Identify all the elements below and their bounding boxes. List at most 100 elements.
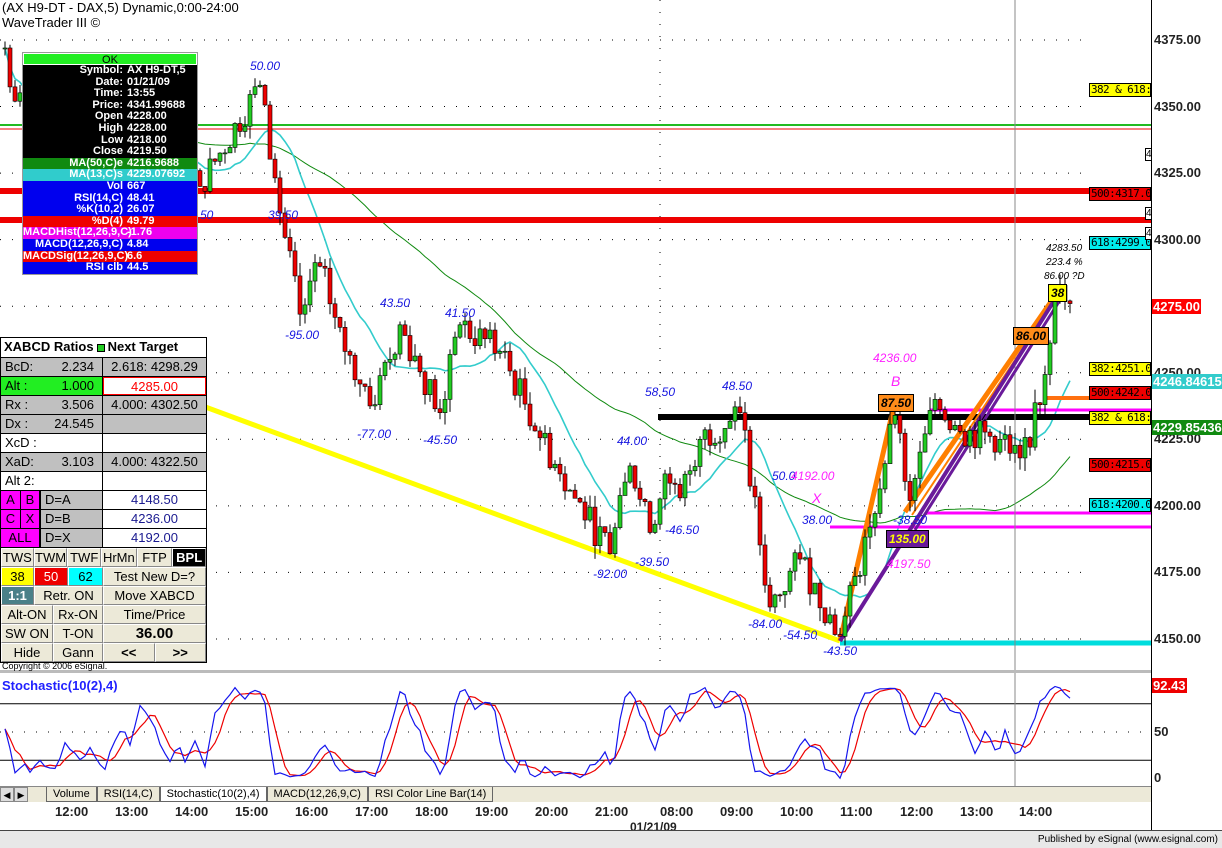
target-name: D=B — [41, 510, 103, 528]
leg-value-box: 86.00 — [1013, 327, 1050, 345]
green-square-icon — [96, 344, 105, 352]
candle — [597, 516, 603, 554]
candle — [1002, 425, 1008, 451]
pattern-leg[interactable] — [838, 294, 1059, 643]
pattern-all-button[interactable]: ALL — [1, 529, 41, 547]
button-twm[interactable]: TWM — [33, 548, 68, 567]
candle — [287, 228, 293, 258]
candle — [812, 582, 818, 595]
candle — [1032, 389, 1038, 451]
candle — [1027, 436, 1033, 456]
ratio-target: 4.000: 4302.50 — [103, 396, 206, 414]
alt-on-button[interactable]: Alt-ON — [1, 605, 53, 624]
gann-button[interactable]: Gann — [53, 643, 103, 662]
button-ftp[interactable]: FTP — [136, 548, 173, 567]
tab-rsi-color-line-bar[interactable]: RSI Color Line Bar(14) — [367, 787, 494, 802]
fib-38-button[interactable]: 38 — [1, 567, 34, 586]
publisher-note: Published by eSignal (www.esignal.com) — [1037, 834, 1218, 845]
scroll-right-icon[interactable]: ▶ — [14, 787, 28, 802]
candle — [362, 383, 368, 392]
stochastic-pane[interactable] — [0, 672, 1151, 786]
ratio-label: XaD: — [5, 454, 34, 469]
study-tabs: ◀ ▶ Volume RSI(14,C) Stochastic(10(2),4) MA… — [0, 786, 1151, 802]
candle — [292, 241, 298, 283]
button-hrmn[interactable]: HrMn — [101, 548, 137, 567]
candle — [747, 426, 753, 492]
stochastic-value: 92.43 — [1152, 678, 1187, 693]
data-value: 44.5 — [127, 261, 149, 274]
prev-button[interactable]: << — [103, 643, 155, 662]
data-value: 4219.50 — [127, 145, 167, 158]
candle — [387, 347, 393, 370]
hide-button[interactable]: Hide — [1, 643, 53, 662]
target-value: 4236.00 — [131, 511, 178, 526]
pattern-point-x-button[interactable]: X — [21, 510, 41, 528]
button-bpl[interactable]: BPL — [172, 548, 207, 567]
candle — [537, 426, 543, 451]
tab-rsi[interactable]: RSI(14,C) — [96, 787, 160, 802]
candle — [822, 607, 828, 626]
rx-on-button[interactable]: Rx-ON — [53, 605, 103, 624]
candle — [337, 316, 343, 333]
t-on-button[interactable]: T-ON — [53, 624, 103, 643]
stochastic-title: Stochastic(10(2),4) — [2, 678, 118, 693]
swing-label: 43.50 — [380, 296, 411, 310]
candle — [737, 396, 743, 414]
price-tick: 4300.00 — [1154, 231, 1201, 247]
stoch-k-line — [4, 685, 1071, 780]
candle — [477, 319, 483, 350]
candle — [732, 401, 738, 431]
button-twf[interactable]: TWF — [67, 548, 102, 567]
pane-divider[interactable] — [0, 670, 1151, 673]
projection-label: 4283.50 — [1046, 243, 1083, 254]
sw-on-button[interactable]: SW ON — [1, 624, 53, 643]
candle — [602, 526, 608, 537]
next-button[interactable]: >> — [154, 643, 206, 662]
button-tws[interactable]: TWS — [1, 548, 34, 567]
time-tick: 19:00 — [475, 804, 509, 819]
ratio-label: Rx : — [5, 397, 29, 412]
candle — [792, 549, 798, 581]
time-price-value[interactable]: 36.00 — [103, 624, 206, 643]
candle — [652, 519, 658, 534]
time-price-button[interactable]: Time/Price — [103, 605, 206, 624]
current-value-label: 4275.00 — [1152, 299, 1201, 314]
candle — [432, 374, 438, 412]
candle — [982, 418, 988, 445]
candle — [637, 481, 643, 507]
candle — [577, 496, 583, 504]
candle — [667, 467, 673, 496]
data-value: 26.07 — [127, 203, 155, 216]
xabcd-panel: XABCD Ratios Next Target BcD: 2.234 2.618:… — [0, 337, 207, 663]
fib-50-button[interactable]: 50 — [34, 567, 68, 586]
swing-label: 50 — [200, 208, 214, 222]
retr-on-button[interactable]: Retr. ON — [34, 586, 103, 605]
data-row: MACD(12,26,9,C) 4.84 — [23, 238, 197, 251]
leg-value-box: 135.00 — [886, 530, 929, 548]
candle — [872, 511, 878, 537]
tab-volume[interactable]: Volume — [46, 787, 97, 802]
stoch-tick-0: 0 — [1154, 770, 1162, 785]
ratio-name: BcD: 2.234 — [1, 358, 103, 376]
move-xabcd-button[interactable]: Move XABCD — [103, 586, 206, 605]
pattern-point-a-button[interactable]: A — [1, 491, 21, 509]
tab-stochastic[interactable]: Stochastic(10(2),4) — [159, 787, 267, 802]
tab-macd[interactable]: MACD(12,26,9,C) — [266, 787, 368, 802]
candle — [302, 298, 308, 324]
time-tick: 17:00 — [355, 804, 389, 819]
test-new-d-button[interactable]: Test New D=? — [103, 567, 206, 586]
scroll-left-icon[interactable]: ◀ — [0, 787, 14, 802]
candle — [417, 353, 423, 377]
candle — [332, 297, 338, 330]
candle — [642, 498, 648, 507]
fib-62-button[interactable]: 62 — [68, 567, 103, 586]
time-tick: 12:00 — [900, 804, 934, 819]
swing-label: -54.50 — [783, 628, 818, 642]
pattern-point-b-button[interactable]: B — [21, 491, 41, 509]
candle — [742, 402, 748, 443]
candle — [857, 571, 863, 584]
candle — [452, 331, 458, 356]
level-marker: 4 — [1145, 207, 1152, 220]
pattern-point-c-button[interactable]: C — [1, 510, 21, 528]
ratio-button[interactable]: 1:1 — [1, 586, 34, 605]
